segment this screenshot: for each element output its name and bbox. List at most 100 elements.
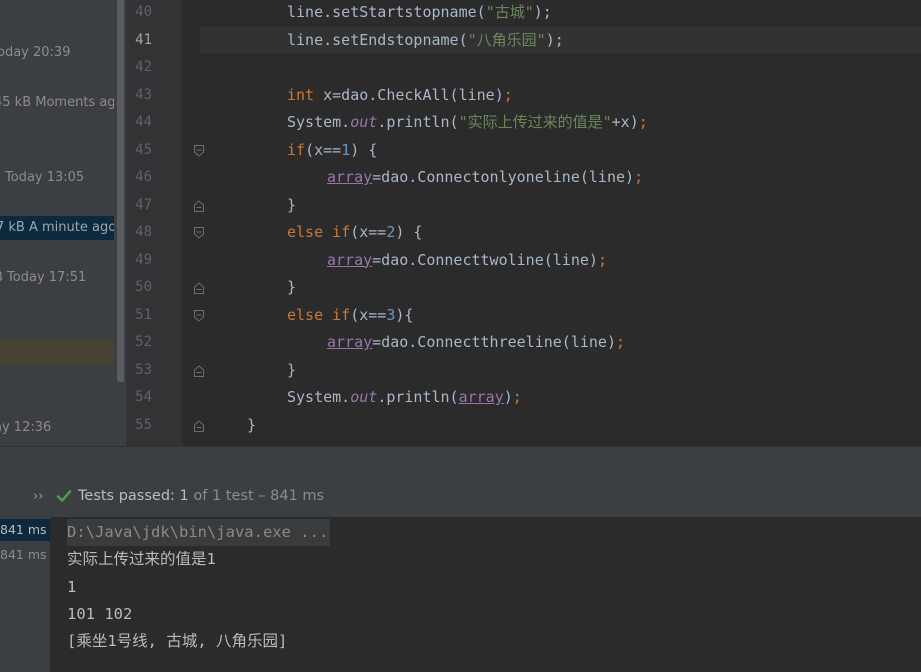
code-line[interactable]: 45 if(x==1) {: [126, 137, 921, 164]
line-number: 41: [135, 31, 152, 48]
code-text: }: [287, 357, 296, 384]
line-number: 47: [135, 196, 152, 213]
code-token: .println(: [377, 388, 459, 406]
code-token: .println(: [377, 113, 459, 131]
code-token: ;: [512, 388, 522, 406]
sidebar-scrollbar[interactable]: [114, 0, 126, 446]
fold-close-icon[interactable]: [194, 282, 204, 294]
status-prefix: Tests passed:: [78, 488, 175, 504]
code-token: 1: [341, 140, 351, 159]
line-number: 50: [135, 279, 152, 295]
code-token: out: [350, 388, 378, 406]
code-token: out: [350, 113, 378, 131]
console-output[interactable]: D:\Java\jdk\bin\java.exe ... 实际上传过来的值是1 1 1…: [50, 517, 921, 672]
status-count: 1: [179, 488, 189, 504]
code-line[interactable]: 53}: [126, 357, 921, 384]
code-token: ;: [597, 250, 607, 269]
file-list-item[interactable]: Today 13:05: [0, 166, 114, 190]
code-line[interactable]: 54 System.out.println(array);: [126, 384, 921, 411]
project-file-list: oday 20:39 45 kB Moments ag Today 13:05 7 k…: [0, 0, 114, 446]
sidebar-scrollbar-thumb[interactable]: [117, 0, 124, 382]
file-list-item[interactable]: ay 12:36: [0, 416, 114, 440]
code-text: }: [247, 412, 256, 439]
code-token: "古城": [485, 3, 534, 21]
sidebar-highlight-row: [0, 340, 126, 364]
code-line[interactable]: 51 else if(x==3){: [126, 302, 921, 329]
code-token: int: [287, 85, 324, 104]
code-token: if: [287, 140, 306, 159]
code-token: ;: [616, 333, 626, 351]
code-text: }: [287, 192, 296, 219]
code-line[interactable]: 50}: [126, 274, 921, 301]
code-editor[interactable]: 40 line.setStartstopname("古城"); 41 line.set…: [126, 0, 921, 446]
fold-open-icon[interactable]: [194, 227, 204, 239]
code-line[interactable]: 41 line.setEndstopname("八角乐园");: [126, 27, 921, 54]
code-token: array: [327, 168, 373, 186]
test-result-item[interactable]: 841 ms: [0, 519, 50, 541]
code-token: );: [545, 30, 564, 49]
line-number: 52: [135, 334, 152, 350]
code-line[interactable]: 46 array=dao.Connectonlyoneline(line);: [126, 164, 921, 191]
line-number: 44: [135, 114, 152, 130]
file-list-item[interactable]: oday 20:39: [0, 41, 114, 65]
code-token: array: [327, 333, 373, 351]
file-list-item[interactable]: 45 kB Moments ag: [0, 91, 114, 115]
code-text: array=dao.Connectthreeline(line);: [327, 329, 625, 356]
code-token: x=dao.CheckAll(line): [323, 85, 504, 104]
code-token: (x==: [350, 305, 387, 324]
code-token: =dao.Connectonlyoneline(line): [372, 168, 635, 186]
line-number: 40: [135, 4, 152, 20]
line-number: 46: [135, 169, 152, 185]
code-line[interactable]: 55}: [126, 412, 921, 439]
fold-open-icon[interactable]: [194, 144, 204, 157]
code-token: else if: [287, 223, 351, 241]
line-number: 55: [135, 416, 152, 433]
code-token: }: [287, 195, 297, 214]
file-list-item[interactable]: B Today 17:51: [0, 266, 114, 290]
test-status-text: Tests passed: 1 of 1 test – 841 ms: [78, 488, 324, 504]
code-token: "实际上传过来的值是": [458, 113, 612, 131]
code-line[interactable]: 42: [126, 54, 921, 81]
code-line[interactable]: 47}: [126, 192, 921, 219]
status-detail: of 1 test – 841 ms: [193, 488, 325, 504]
console-output-line: 1: [67, 577, 77, 596]
code-line[interactable]: 43 int x=dao.CheckAll(line);: [126, 82, 921, 109]
console-command-line[interactable]: D:\Java\jdk\bin\java.exe ...: [67, 519, 331, 546]
console-output-line: 101 102: [67, 604, 133, 623]
test-result-item[interactable]: 841 ms: [0, 544, 50, 566]
fold-open-icon[interactable]: [194, 309, 204, 322]
code-token: =dao.Connecttwoline(line): [372, 250, 598, 269]
code-token: ) {: [350, 140, 378, 159]
code-text: System.out.println("实际上传过来的值是"+x);: [287, 109, 648, 136]
code-token: System.: [287, 388, 351, 406]
code-text: line.setEndstopname("八角乐园");: [287, 27, 564, 54]
fold-close-icon[interactable]: [194, 419, 204, 432]
code-token: }: [247, 415, 257, 434]
expand-chevron-icon[interactable]: ››: [33, 489, 43, 504]
test-passed-check-icon: [56, 490, 72, 502]
code-token: +x): [611, 113, 639, 131]
code-text: int x=dao.CheckAll(line);: [287, 82, 513, 109]
code-line[interactable]: 49 array=dao.Connecttwoline(line);: [126, 247, 921, 274]
code-text: array=dao.Connectonlyoneline(line);: [327, 164, 643, 191]
code-line[interactable]: 52 array=dao.Connectthreeline(line);: [126, 329, 921, 356]
fold-close-icon[interactable]: [194, 199, 204, 212]
fold-close-icon[interactable]: [194, 364, 204, 377]
code-text: line.setStartstopname("古城");: [287, 0, 552, 26]
line-number: 42: [135, 59, 152, 75]
code-token: }: [287, 278, 297, 296]
line-number: 48: [135, 224, 152, 240]
code-text: else if(x==3){: [287, 302, 413, 329]
line-number: 54: [135, 389, 152, 405]
code-token: else if: [287, 305, 351, 324]
code-token: ;: [634, 168, 644, 186]
line-number: 53: [135, 361, 152, 378]
code-token: (x==: [350, 223, 387, 241]
code-line[interactable]: 44 System.out.println("实际上传过来的值是"+x);: [126, 109, 921, 136]
code-token: array: [327, 250, 373, 269]
code-line[interactable]: 48 else if(x==2) {: [126, 219, 921, 246]
file-list-item[interactable]: 7 kB A minute ago: [0, 216, 114, 240]
console-output-line: 实际上传过来的值是1: [67, 550, 216, 569]
code-line[interactable]: 40 line.setStartstopname("古城");: [126, 0, 921, 26]
code-token: ;: [503, 85, 513, 104]
